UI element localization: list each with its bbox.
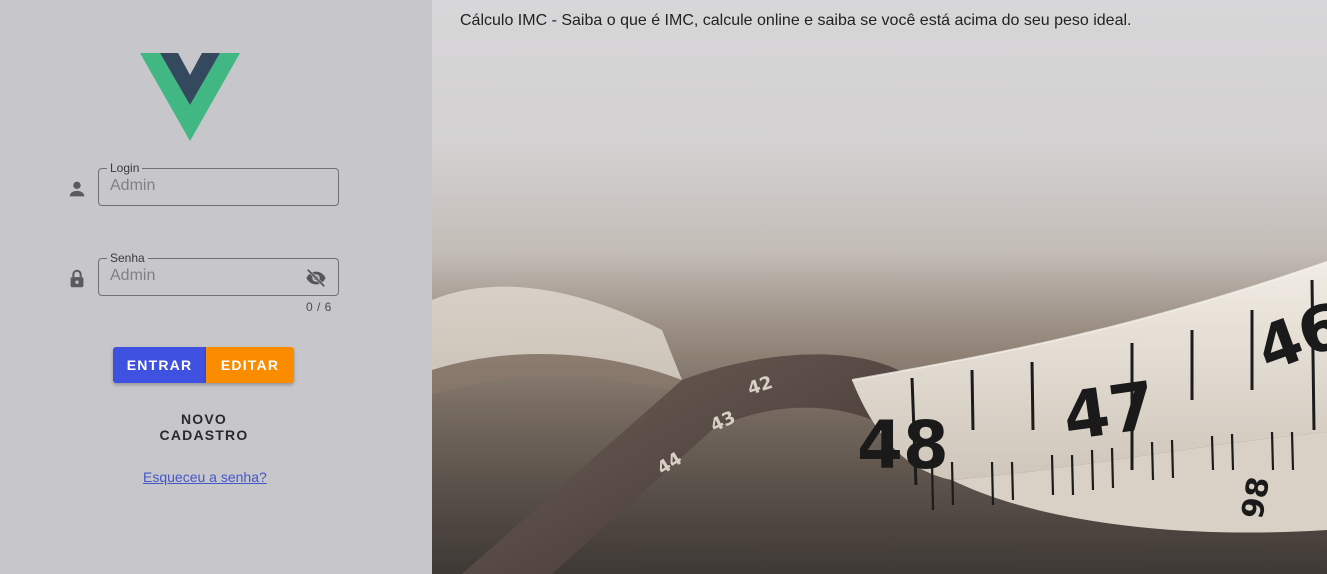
login-field[interactable]: Login — [98, 161, 339, 206]
eye-off-icon[interactable] — [304, 267, 328, 289]
password-field[interactable]: Senha — [98, 251, 339, 296]
hero-image-panel: 42 43 44 48 47 46 98 Cálculo IMC - Saiba… — [432, 0, 1327, 574]
entrar-button[interactable]: ENTRAR — [113, 347, 206, 383]
novo-cadastro-button[interactable]: NOVO CADASTRO — [128, 410, 280, 443]
password-label: Senha — [107, 251, 148, 265]
login-label: Login — [107, 161, 143, 175]
password-counter: 0 / 6 — [306, 300, 332, 314]
editar-button[interactable]: EDITAR — [206, 347, 294, 383]
measuring-tape-image: 42 43 44 48 47 46 98 — [432, 250, 1327, 574]
page-title: Cálculo IMC - Saiba o que é IMC, calcule… — [460, 12, 1132, 29]
login-panel: Login Senha 0 — [0, 0, 432, 574]
lock-icon — [70, 269, 84, 288]
login-input[interactable] — [110, 177, 290, 195]
password-field-row: Senha — [64, 251, 344, 300]
password-input[interactable] — [110, 267, 290, 285]
tape-number-47: 47 — [1059, 367, 1161, 456]
tape-number-48: 48 — [857, 407, 949, 484]
person-icon — [69, 181, 85, 197]
app-root: Login Senha 0 — [0, 0, 1327, 574]
forgot-password-link[interactable]: Esqueceu a senha? — [143, 469, 267, 485]
vue-logo — [140, 53, 240, 141]
login-field-row: Login — [64, 161, 344, 210]
tape-number-98: 98 — [1235, 474, 1277, 521]
